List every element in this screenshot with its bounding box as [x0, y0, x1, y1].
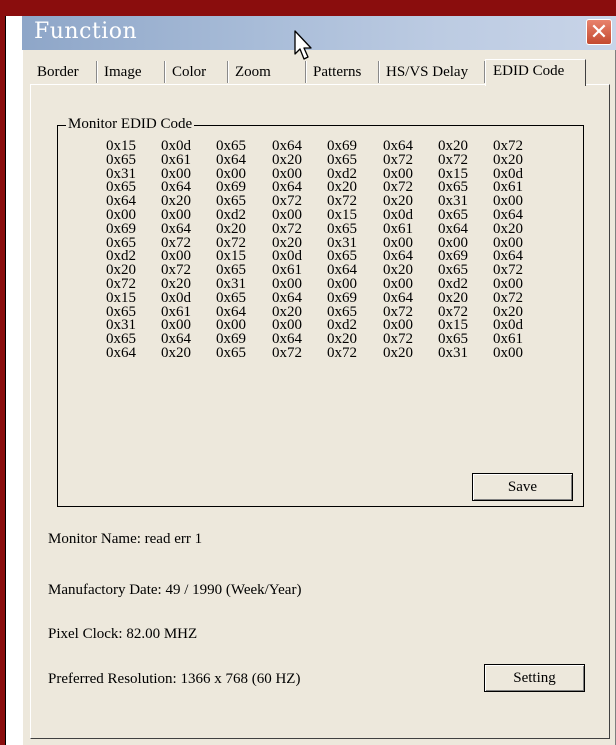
edid-byte: 0x20: [272, 151, 302, 168]
edid-byte: 0x64: [216, 151, 246, 168]
edid-byte: 0x72: [327, 345, 357, 361]
edid-byte: 0x00: [272, 207, 302, 223]
edid-byte: 0x00: [383, 276, 413, 292]
edid-byte: 0x00: [161, 207, 191, 223]
edid-byte: 0x69: [106, 220, 136, 237]
close-icon: ✕: [589, 20, 609, 45]
edid-byte: 0x64: [161, 220, 191, 237]
edid-byte: 0x72: [493, 138, 523, 154]
edid-byte: 0x15: [106, 138, 136, 154]
edid-byte: 0x20: [161, 345, 191, 361]
tab-strip: Border Image Color Zoom Patterns HS/VS D…: [30, 59, 610, 86]
title-bar[interactable]: Function ✕: [22, 16, 616, 50]
edid-byte: 0x00: [493, 276, 523, 292]
edid-byte: 0x15: [327, 207, 357, 223]
edid-byte: 0x31: [438, 345, 468, 361]
edid-row: 0x64 0x20 0x65 0x72 0x72 0x20 0x31 0x00: [106, 345, 546, 361]
tab-patterns[interactable]: Patterns: [306, 61, 379, 83]
edid-byte: 0x64: [493, 207, 523, 223]
edid-byte: 0x20: [216, 220, 246, 237]
edid-byte: 0x65: [327, 220, 357, 237]
monitor-name-label: Monitor Name: read err 1: [48, 531, 203, 547]
edid-byte: 0x0d: [383, 207, 413, 223]
edid-byte: 0x64: [383, 138, 413, 154]
edid-byte: 0x72: [438, 151, 468, 168]
edid-byte: 0x72: [272, 220, 302, 237]
background-window-strip: [5, 16, 23, 745]
edid-row: 0x72 0x20 0x31 0x00 0x00 0x00 0xd2 0x00: [106, 276, 546, 292]
edid-byte: 0x15: [106, 289, 136, 306]
edid-byte: 0x20: [438, 289, 468, 306]
edid-byte: 0x65: [216, 289, 246, 306]
edid-byte: 0x64: [272, 138, 302, 154]
edid-byte: 0x72: [493, 289, 523, 306]
edid-byte: 0x0d: [161, 138, 191, 154]
edid-byte: 0x64: [383, 289, 413, 306]
edid-row: 0x00 0x00 0xd2 0x00 0x15 0x0d 0x65 0x64: [106, 207, 546, 223]
edid-byte: 0x69: [327, 138, 357, 154]
edid-byte: 0x00: [327, 276, 357, 292]
edid-byte: 0x0d: [161, 289, 191, 306]
tab-hs-vs-delay[interactable]: HS/VS Delay: [379, 61, 485, 83]
tab-color[interactable]: Color: [165, 61, 228, 83]
edid-byte: 0x69: [327, 289, 357, 306]
edid-byte: 0x00: [493, 345, 523, 361]
tab-zoom[interactable]: Zoom: [228, 61, 306, 83]
edid-row: 0x15 0x0d 0x65 0x64 0x69 0x64 0x20 0x72: [106, 138, 546, 154]
close-button[interactable]: ✕: [586, 19, 612, 45]
edid-byte: 0x31: [216, 276, 246, 292]
tab-image[interactable]: Image: [97, 61, 165, 83]
edid-byte: 0x20: [161, 276, 191, 292]
edid-byte: 0x65: [438, 207, 468, 223]
edid-row: 0x69 0x64 0x20 0x72 0x65 0x61 0x64 0x20: [106, 220, 546, 237]
edid-byte: 0x61: [161, 151, 191, 168]
edid-byte: 0x65: [106, 151, 136, 168]
edid-byte: 0x20: [383, 345, 413, 361]
edid-byte: 0x20: [493, 151, 523, 168]
edid-byte: 0x65: [327, 151, 357, 168]
window-title: Function: [34, 19, 138, 44]
edid-byte: 0xd2: [216, 207, 246, 223]
edid-byte: 0x64: [106, 345, 136, 361]
edid-row: 0x15 0x0d 0x65 0x64 0x69 0x64 0x20 0x72: [106, 289, 546, 306]
edid-byte: 0xd2: [438, 276, 468, 292]
edid-group-title: Monitor EDID Code: [66, 115, 195, 133]
edid-byte: 0x72: [272, 345, 302, 361]
edid-byte: 0x64: [272, 289, 302, 306]
manufactory-date-label: Manufactory Date: 49 / 1990 (Week/Year): [48, 582, 302, 598]
edid-byte: 0x00: [272, 276, 302, 292]
edid-byte: 0x00: [106, 207, 136, 223]
edid-byte: 0x65: [216, 138, 246, 154]
setting-button[interactable]: Setting: [484, 664, 585, 692]
preferred-resolution-label: Preferred Resolution: 1366 x 768 (60 HZ): [48, 671, 301, 687]
tab-edid-code[interactable]: EDID Code: [485, 59, 586, 86]
edid-byte: 0x61: [383, 220, 413, 237]
edid-byte: 0x72: [106, 276, 136, 292]
pixel-clock-label: Pixel Clock: 82.00 MHZ: [48, 626, 198, 642]
edid-row: 0x65 0x61 0x64 0x20 0x65 0x72 0x72 0x20: [106, 151, 546, 168]
edid-byte: 0x20: [438, 138, 468, 154]
edid-byte: 0x64: [438, 220, 468, 237]
edid-byte: 0x65: [216, 345, 246, 361]
edid-byte: 0x72: [383, 151, 413, 168]
tab-border[interactable]: Border: [30, 61, 97, 83]
save-button[interactable]: Save: [472, 473, 573, 501]
edid-byte: 0x20: [493, 220, 523, 237]
mouse-pointer-icon: [294, 30, 312, 60]
